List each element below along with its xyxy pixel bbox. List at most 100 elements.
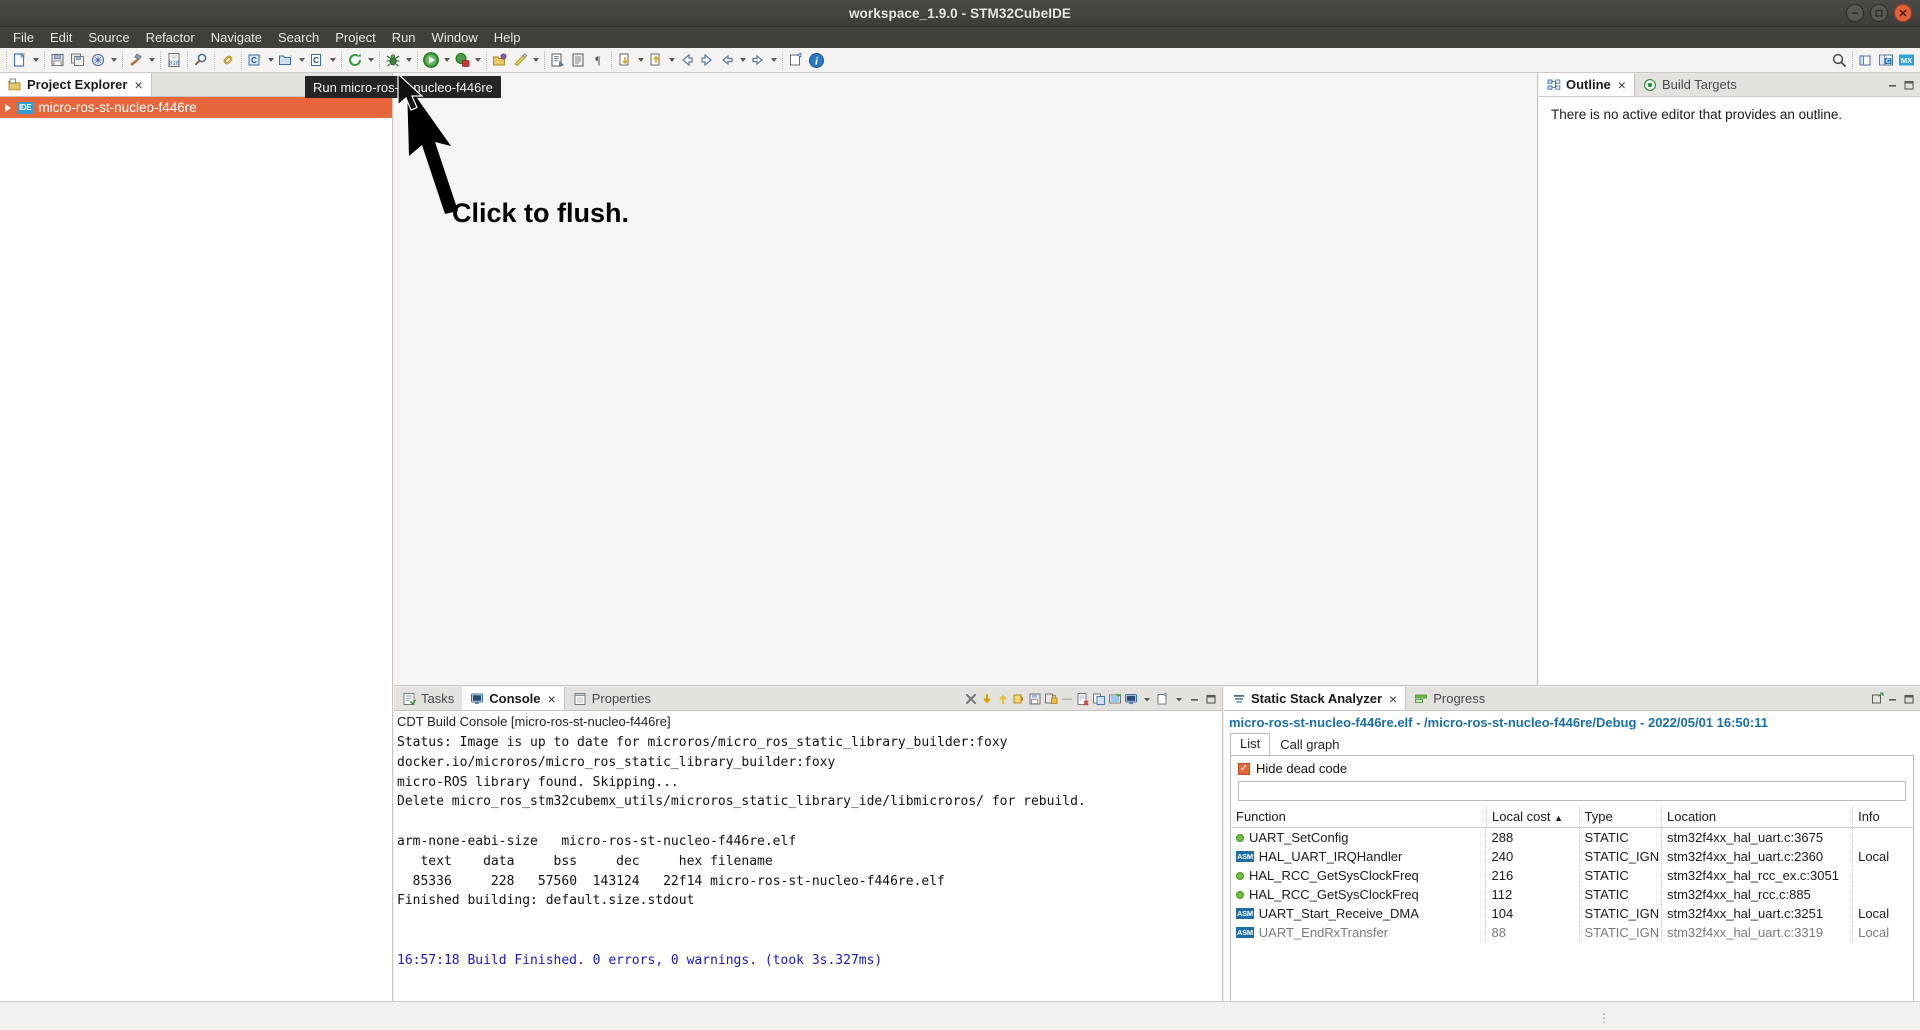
- minimize-icon[interactable]: [1886, 692, 1900, 706]
- debug-dropdown[interactable]: [403, 50, 414, 71]
- minimize-icon[interactable]: [1886, 78, 1900, 92]
- menu-edit[interactable]: Edit: [42, 28, 80, 47]
- close-icon[interactable]: ×: [1389, 692, 1397, 706]
- forward-nav-dropdown[interactable]: [768, 50, 779, 71]
- menu-run[interactable]: Run: [384, 28, 424, 47]
- menu-file[interactable]: File: [5, 28, 42, 47]
- remove-console-icon[interactable]: [1076, 692, 1090, 706]
- table-row[interactable]: ASM HAL_UART_IRQHandler 240 STATIC_IGN stm32…: [1231, 847, 1913, 866]
- hide-dead-code-row[interactable]: ✓ Hide dead code: [1231, 756, 1913, 781]
- c-cpp-perspective-icon[interactable]: C: [1876, 50, 1896, 71]
- open-perspective-icon[interactable]: [1856, 50, 1876, 71]
- search-icon[interactable]: [191, 50, 211, 71]
- mx-perspective-icon[interactable]: MX: [1896, 50, 1916, 71]
- minimize-button[interactable]: [1846, 4, 1864, 22]
- open-console-icon[interactable]: [1108, 692, 1122, 706]
- next-annotation-icon[interactable]: [615, 50, 635, 71]
- new-c-file-dropdown[interactable]: [327, 50, 338, 71]
- minimize-icon[interactable]: [1188, 692, 1202, 706]
- new-c-project-icon[interactable]: C: [245, 50, 265, 71]
- link-icon[interactable]: [218, 50, 238, 71]
- print-dropdown[interactable]: [108, 50, 119, 71]
- close-button[interactable]: [1894, 4, 1912, 22]
- skip-all-breakpoints-icon[interactable]: [510, 50, 530, 71]
- new-file-icon[interactable]: [10, 50, 30, 71]
- debug-bug-icon[interactable]: [383, 50, 403, 71]
- new-c-folder-icon[interactable]: [276, 50, 296, 71]
- print-icon[interactable]: [88, 50, 108, 71]
- table-row[interactable]: HAL_RCC_GetSysClockFreq 216 STATIC stm32f4x…: [1231, 866, 1913, 885]
- new-console-view-dropdown[interactable]: [1172, 692, 1186, 706]
- chevron-right-icon[interactable]: [5, 103, 11, 112]
- remove-all-consoles-icon[interactable]: [1092, 692, 1106, 706]
- menu-source[interactable]: Source: [80, 28, 137, 47]
- forward-icon[interactable]: [697, 50, 717, 71]
- info-icon[interactable]: i: [806, 50, 826, 71]
- close-icon[interactable]: ×: [548, 692, 556, 706]
- hide-dead-code-checkbox[interactable]: ✓: [1238, 762, 1250, 775]
- pin-console-icon[interactable]: [1044, 692, 1058, 706]
- run-stop-icon[interactable]: [452, 50, 472, 71]
- detach-icon[interactable]: [1870, 692, 1884, 706]
- table-row[interactable]: ASM UART_EndRxTransfer 88 STATIC_IGN stm32f4…: [1231, 923, 1913, 942]
- run-stop-dropdown[interactable]: [472, 50, 483, 71]
- maximize-button[interactable]: [1870, 4, 1888, 22]
- close-icon[interactable]: ×: [134, 78, 142, 92]
- new-file-dropdown[interactable]: [30, 50, 41, 71]
- new-c-file-icon[interactable]: C: [307, 50, 327, 71]
- scroll-lock-icon[interactable]: [1012, 692, 1026, 706]
- tab-static-stack-analyzer[interactable]: Static Stack Analyzer ×: [1224, 687, 1407, 710]
- menu-project[interactable]: Project: [327, 28, 383, 47]
- subtab-call-graph[interactable]: Call graph: [1270, 734, 1349, 755]
- menu-window[interactable]: Window: [424, 28, 486, 47]
- subtab-list[interactable]: List: [1230, 733, 1271, 755]
- menu-refactor[interactable]: Refactor: [138, 28, 203, 47]
- open-resource-icon[interactable]: [568, 50, 588, 71]
- tab-console[interactable]: Console ×: [462, 687, 565, 710]
- table-row[interactable]: UART_SetConfig 288 STATIC stm32f4xx_hal_uar…: [1231, 827, 1913, 847]
- refresh-green-icon[interactable]: [345, 50, 365, 71]
- scroll-up-icon[interactable]: [996, 692, 1010, 706]
- pilcrow-icon[interactable]: ¶: [588, 50, 608, 71]
- run-play-icon[interactable]: [421, 50, 441, 71]
- back-nav-icon[interactable]: [717, 50, 737, 71]
- col-function[interactable]: Function: [1231, 806, 1487, 828]
- tab-build-targets[interactable]: Build Targets: [1635, 73, 1745, 96]
- maximize-icon[interactable]: [1902, 78, 1916, 92]
- scroll-down-icon[interactable]: [980, 692, 994, 706]
- forward-nav-icon[interactable]: [748, 50, 768, 71]
- run-dropdown[interactable]: [441, 50, 452, 71]
- restore-view-icon[interactable]: [786, 50, 806, 71]
- prev-annotation-icon[interactable]: [646, 50, 666, 71]
- binary-010-icon[interactable]: 010: [164, 50, 184, 71]
- back-icon[interactable]: [677, 50, 697, 71]
- next-annotation-dropdown[interactable]: [635, 50, 646, 71]
- external-tools-icon[interactable]: [490, 50, 510, 71]
- build-hammer-icon[interactable]: [126, 50, 146, 71]
- tab-outline[interactable]: Outline ×: [1539, 73, 1635, 96]
- col-location[interactable]: Location: [1661, 806, 1854, 828]
- col-info[interactable]: Info: [1852, 806, 1913, 828]
- ssa-filter-input[interactable]: [1238, 781, 1906, 801]
- menu-help[interactable]: Help: [486, 28, 529, 47]
- resize-grip[interactable]: ⋮: [1598, 1011, 1612, 1025]
- search-magnifier-icon[interactable]: [1829, 50, 1849, 71]
- tab-progress[interactable]: Progress: [1406, 687, 1493, 710]
- tab-project-explorer[interactable]: Project Explorer ×: [0, 73, 152, 96]
- project-explorer-tree[interactable]: IDE micro-ros-st-nucleo-f446re: [0, 97, 392, 1001]
- build-dropdown[interactable]: [146, 50, 157, 71]
- display-console-dropdown[interactable]: [1140, 692, 1154, 706]
- menu-navigate[interactable]: Navigate: [203, 28, 270, 47]
- open-type-icon[interactable]: [548, 50, 568, 71]
- col-local-cost[interactable]: Local cost ▲: [1486, 806, 1580, 828]
- table-row[interactable]: HAL_RCC_GetSysClockFreq 112 STATIC stm32f4x…: [1231, 885, 1913, 904]
- maximize-icon[interactable]: [1204, 692, 1218, 706]
- new-c-project-dropdown[interactable]: [265, 50, 276, 71]
- col-type[interactable]: Type: [1579, 806, 1662, 828]
- back-nav-dropdown[interactable]: [737, 50, 748, 71]
- display-console-icon[interactable]: [1124, 692, 1138, 706]
- clear-console-icon[interactable]: [964, 692, 978, 706]
- new-c-folder-dropdown[interactable]: [296, 50, 307, 71]
- prev-annotation-dropdown[interactable]: [666, 50, 677, 71]
- list-item[interactable]: IDE micro-ros-st-nucleo-f446re: [0, 97, 392, 118]
